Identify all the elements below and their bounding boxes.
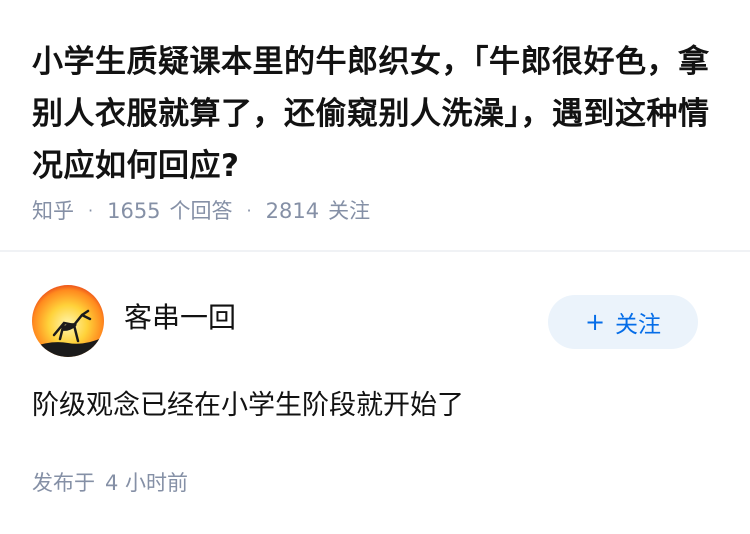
followers-count: 2814 (265, 199, 320, 223)
follow-button-label: 关注 (615, 312, 662, 338)
source-label[interactable]: 知乎 (32, 196, 74, 226)
answers-label[interactable]: 个回答 (170, 196, 233, 226)
question-header: 小学生质疑课本里的牛郎织女，「牛郎很好色，拿别人衣服就算了，还偷窥别人洗澡」，遇… (0, 0, 750, 250)
mantis-sunset-avatar-icon (32, 285, 104, 357)
answer-content[interactable]: 阶级观念已经在小学生阶段就开始了 (32, 387, 464, 425)
question-title[interactable]: 小学生质疑课本里的牛郎织女，「牛郎很好色，拿别人衣服就算了，还偷窥别人洗澡」，遇… (32, 36, 722, 192)
separator-dot: · (88, 201, 94, 220)
followers-label[interactable]: 关注 (328, 196, 370, 226)
follow-button[interactable]: + 关注 (548, 295, 698, 349)
separator-dot: · (246, 201, 252, 220)
answer-card: 客串一回 + 关注 阶级观念已经在小学生阶段就开始了 发布于 4 小时前 (0, 252, 750, 534)
publish-time-value: 4 小时前 (105, 471, 189, 495)
publish-time: 发布于 4 小时前 (32, 468, 188, 498)
question-meta: 知乎 · 1655 个回答 · 2814 关注 (32, 196, 370, 226)
publish-label: 发布于 (32, 471, 95, 495)
plus-icon: + (584, 308, 606, 336)
avatar[interactable] (32, 285, 104, 357)
answers-count: 1655 (107, 199, 161, 223)
author-name[interactable]: 客串一回 (124, 300, 236, 336)
